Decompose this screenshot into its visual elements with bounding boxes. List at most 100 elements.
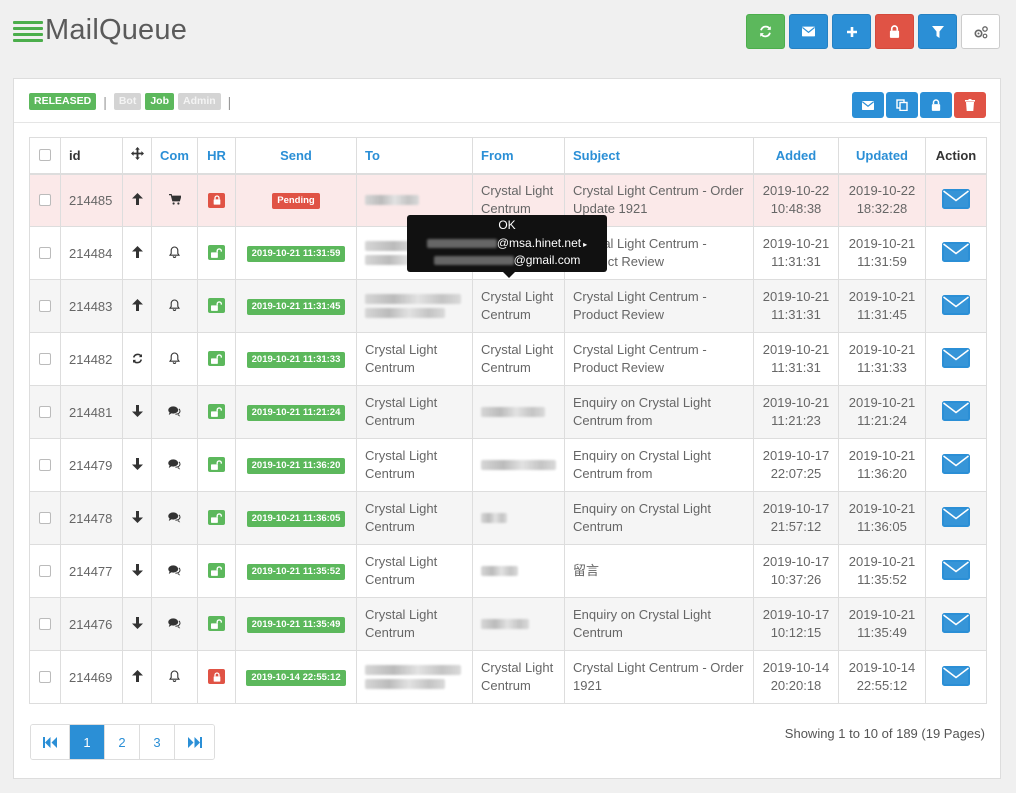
row-checkbox[interactable] xyxy=(39,194,51,207)
action-cell[interactable] xyxy=(925,597,987,651)
page-1-button[interactable]: 1 xyxy=(70,725,105,759)
col-from[interactable]: From xyxy=(472,137,565,175)
row-select-cell[interactable] xyxy=(29,544,61,598)
bulk-lock-button[interactable] xyxy=(920,92,952,118)
send-envelope-icon[interactable] xyxy=(942,559,970,580)
action-cell[interactable] xyxy=(925,650,987,704)
added-cell: 2019-10-14 20:20:18 xyxy=(753,650,839,704)
row-select-cell[interactable] xyxy=(29,385,61,439)
row-select-cell[interactable] xyxy=(29,226,61,280)
to-cell[interactable] xyxy=(356,650,473,704)
table-row[interactable]: 214481 2019-10-21 11:21:24 Crystal Light C… xyxy=(29,385,987,439)
hr-unlocked-badge[interactable] xyxy=(208,563,225,579)
released-tag[interactable]: RELEASED xyxy=(29,93,97,110)
send-envelope-icon[interactable] xyxy=(942,506,970,527)
col-send[interactable]: Send xyxy=(235,137,357,175)
send-envelope-icon[interactable] xyxy=(942,453,970,474)
action-cell[interactable] xyxy=(925,226,987,280)
admin-tag[interactable]: Admin xyxy=(178,93,221,110)
row-select-cell[interactable] xyxy=(29,173,61,227)
table-row[interactable]: 214469 2019-10-14 22:55:12 Crystal Light C… xyxy=(29,650,987,704)
action-cell[interactable] xyxy=(925,438,987,492)
table-row[interactable]: 214476 2019-10-21 11:35:49 Crystal Light C… xyxy=(29,597,987,651)
bot-tag[interactable]: Bot xyxy=(113,93,142,110)
select-all-header[interactable] xyxy=(29,137,61,175)
col-com[interactable]: Com xyxy=(151,137,198,175)
page-2-button[interactable]: 2 xyxy=(105,725,140,759)
to-cell[interactable] xyxy=(356,279,473,333)
hr-unlocked-badge[interactable] xyxy=(208,404,225,420)
page-3-button[interactable]: 3 xyxy=(140,725,175,759)
to-cell[interactable]: Crystal Light Centrum xyxy=(356,544,473,598)
row-select-cell[interactable] xyxy=(29,650,61,704)
col-added[interactable]: Added xyxy=(753,137,839,175)
table-row[interactable]: 214477 2019-10-21 11:35:52 Crystal Light C… xyxy=(29,544,987,598)
action-cell[interactable] xyxy=(925,544,987,598)
to-cell[interactable]: Crystal Light Centrum xyxy=(356,491,473,545)
subject-text: 留言 xyxy=(573,563,600,578)
col-hr[interactable]: HR xyxy=(197,137,236,175)
row-select-cell[interactable] xyxy=(29,438,61,492)
last-page-button[interactable] xyxy=(175,725,214,759)
row-select-cell[interactable] xyxy=(29,279,61,333)
action-cell[interactable] xyxy=(925,385,987,439)
send-envelope-icon[interactable] xyxy=(942,241,970,262)
compose-mail-button[interactable] xyxy=(789,14,828,49)
bulk-copy-button[interactable] xyxy=(886,92,918,118)
col-updated[interactable]: Updated xyxy=(838,137,926,175)
lock-button[interactable] xyxy=(875,14,914,49)
add-button[interactable] xyxy=(832,14,871,49)
send-envelope-icon[interactable] xyxy=(942,400,970,421)
col-to[interactable]: To xyxy=(356,137,473,175)
table-row[interactable]: 214483 2019-10-21 11:31:45 Crystal Light C… xyxy=(29,279,987,333)
action-cell[interactable] xyxy=(925,332,987,386)
row-checkbox[interactable] xyxy=(39,618,51,630)
row-checkbox[interactable] xyxy=(39,671,51,683)
app-logo[interactable]: MailQueue xyxy=(13,14,187,47)
row-checkbox[interactable] xyxy=(39,459,51,471)
row-checkbox[interactable] xyxy=(39,512,51,524)
job-tag[interactable]: Job xyxy=(145,93,174,110)
hr-unlocked-badge[interactable] xyxy=(208,510,225,526)
table-row[interactable]: 214482 2019-10-21 11:31:33 Crystal Light C… xyxy=(29,332,987,386)
select-all-checkbox[interactable] xyxy=(39,149,51,162)
row-select-cell[interactable] xyxy=(29,597,61,651)
to-cell[interactable]: Crystal Light Centrum xyxy=(356,332,473,386)
to-cell[interactable]: Crystal Light Centrum xyxy=(356,385,473,439)
bulk-send-button[interactable] xyxy=(852,92,884,118)
row-select-cell[interactable] xyxy=(29,332,61,386)
send-envelope-icon[interactable] xyxy=(942,188,970,209)
to-cell[interactable]: Crystal Light Centrum xyxy=(356,597,473,651)
row-checkbox[interactable] xyxy=(39,353,51,365)
hr-unlocked-badge[interactable] xyxy=(208,457,225,473)
refresh-button[interactable] xyxy=(746,14,785,49)
action-cell[interactable] xyxy=(925,279,987,333)
send-envelope-icon[interactable] xyxy=(942,294,970,315)
row-checkbox[interactable] xyxy=(39,565,51,577)
hr-unlocked-badge[interactable] xyxy=(208,351,225,367)
filter-button[interactable] xyxy=(918,14,957,49)
col-id[interactable]: id xyxy=(60,137,123,175)
send-envelope-icon[interactable] xyxy=(942,347,970,368)
col-subject[interactable]: Subject xyxy=(564,137,754,175)
hr-unlocked-badge[interactable] xyxy=(208,616,225,632)
hr-unlocked-badge[interactable] xyxy=(208,245,225,261)
bulk-delete-button[interactable] xyxy=(954,92,986,118)
hr-locked-badge[interactable] xyxy=(208,669,225,685)
row-select-cell[interactable] xyxy=(29,491,61,545)
table-row[interactable]: 214479 2019-10-21 11:36:20 Crystal Light C… xyxy=(29,438,987,492)
hr-locked-badge[interactable] xyxy=(208,192,225,208)
hr-unlocked-badge[interactable] xyxy=(208,298,225,314)
first-page-button[interactable] xyxy=(31,725,70,759)
settings-button[interactable] xyxy=(961,14,1000,49)
to-cell[interactable]: Crystal Light Centrum xyxy=(356,438,473,492)
row-checkbox[interactable] xyxy=(39,247,51,259)
send-envelope-icon[interactable] xyxy=(942,665,970,686)
redacted-text xyxy=(365,294,461,304)
row-checkbox[interactable] xyxy=(39,300,51,312)
action-cell[interactable] xyxy=(925,173,987,227)
row-checkbox[interactable] xyxy=(39,406,51,418)
action-cell[interactable] xyxy=(925,491,987,545)
table-row[interactable]: 214478 2019-10-21 11:36:05 Crystal Light C… xyxy=(29,491,987,545)
send-envelope-icon[interactable] xyxy=(942,612,970,633)
